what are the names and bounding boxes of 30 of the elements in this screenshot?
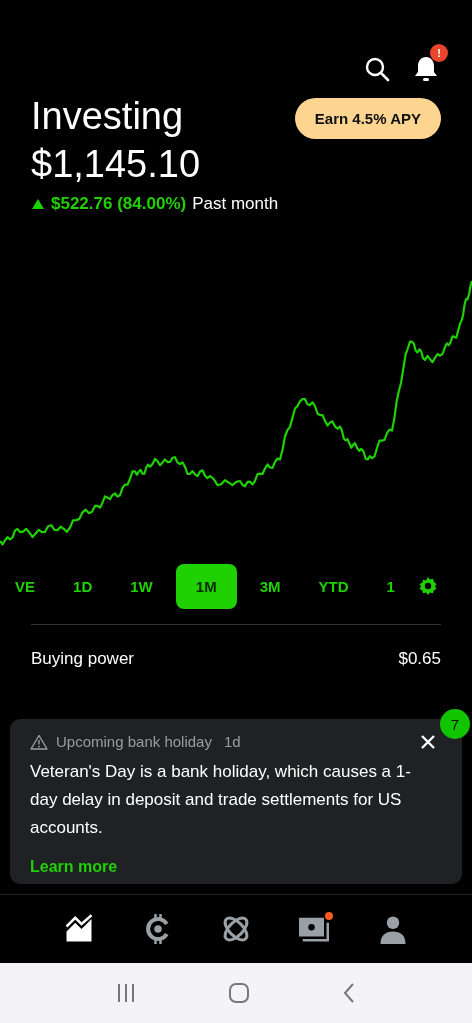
notice-text: Veteran's Day is a bank holiday, which causes a 1-day delay in deposit and trade settlements for US accounts. [30, 761, 412, 839]
notice-title: Upcoming bank holiday [56, 733, 212, 750]
range-tab[interactable]: 1W [115, 563, 168, 609]
range-tab[interactable]: 3M [244, 563, 296, 609]
chart-icon[interactable] [64, 914, 95, 944]
back-icon[interactable] [342, 982, 356, 1004]
range-tab[interactable]: 1 [371, 563, 410, 609]
promo-button[interactable]: Earn 4.5% APY [294, 98, 441, 139]
buying-power-label: Buying power [31, 649, 134, 669]
up-triangle-icon [31, 198, 45, 210]
search-icon[interactable] [364, 56, 390, 82]
home-icon[interactable] [228, 982, 250, 1004]
range-tab[interactable]: VE [0, 563, 50, 609]
bell-icon[interactable] [414, 55, 438, 83]
learn-more-link[interactable]: Learn more [30, 858, 442, 876]
change-amount: $522.76 (84.00%) [51, 194, 187, 214]
period-label: Past month [192, 194, 279, 214]
warning-icon [30, 733, 48, 750]
close-icon[interactable] [420, 733, 436, 750]
range-tab[interactable]: 1M [175, 563, 237, 609]
portfolio-value: $1,145.10 [31, 142, 201, 187]
settings-icon[interactable] [417, 576, 438, 596]
notice-age: 1d [223, 733, 241, 750]
range-tab[interactable]: 1D [58, 563, 108, 609]
count-badge: 7 [440, 709, 470, 739]
notification-badge: ! [430, 44, 448, 62]
recent-apps-icon[interactable] [116, 983, 136, 1003]
range-tab[interactable]: YTD [303, 563, 364, 609]
buying-power-value: $0.65 [398, 649, 441, 669]
page-title: Investing [31, 94, 185, 139]
